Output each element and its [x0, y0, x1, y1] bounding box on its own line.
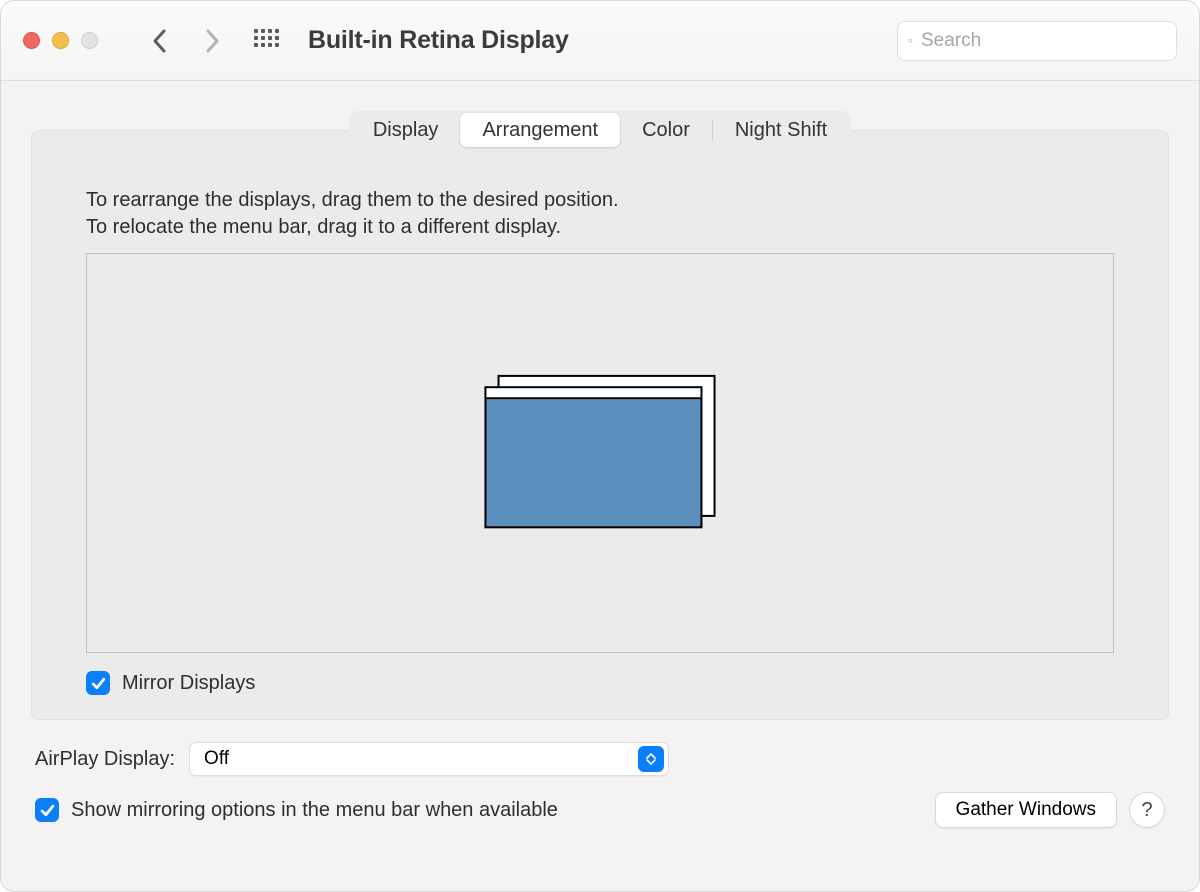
back-button[interactable] [140, 21, 180, 61]
search-input[interactable] [921, 30, 1166, 52]
search-icon [908, 31, 913, 51]
content-area: Display Arrangement Color Night Shift To… [1, 81, 1199, 891]
forward-button [192, 21, 232, 61]
airplay-row: AirPlay Display: Off [35, 742, 1165, 776]
select-stepper-icon [638, 746, 664, 772]
show-mirroring-checkbox[interactable] [35, 798, 59, 822]
instructions-line2: To relocate the menu bar, drag it to a d… [86, 214, 1114, 241]
instructions: To rearrange the displays, drag them to … [86, 187, 1114, 241]
preferences-window: Built-in Retina Display Display Arrangem… [0, 0, 1200, 892]
minimize-window-button[interactable] [52, 32, 69, 49]
tab-night-shift[interactable]: Night Shift [713, 113, 849, 147]
airplay-value: Off [204, 748, 638, 770]
display-arrangement-area[interactable] [86, 253, 1114, 653]
show-mirroring-label: Show mirroring options in the menu bar w… [71, 799, 558, 822]
bottom-row: Show mirroring options in the menu bar w… [35, 792, 1165, 828]
mirror-displays-label: Mirror Displays [122, 672, 255, 695]
show-all-prefs-button[interactable] [254, 29, 278, 53]
tab-bar: Display Arrangement Color Night Shift [349, 111, 851, 149]
menu-bar-indicator[interactable] [486, 388, 700, 399]
gather-windows-button[interactable]: Gather Windows [935, 792, 1117, 828]
window-title: Built-in Retina Display [308, 26, 569, 55]
footer: AirPlay Display: Off Show mirroring opti… [31, 742, 1169, 828]
help-button[interactable]: ? [1129, 792, 1165, 828]
zoom-window-button [81, 32, 98, 49]
search-field[interactable] [897, 21, 1177, 61]
tab-color[interactable]: Color [620, 113, 712, 147]
mirror-displays-checkbox[interactable] [86, 671, 110, 695]
toolbar: Built-in Retina Display [1, 1, 1199, 81]
instructions-line1: To rearrange the displays, drag them to … [86, 187, 1114, 214]
window-controls [23, 32, 98, 49]
mirror-displays-row: Mirror Displays [86, 671, 1114, 695]
tab-arrangement[interactable]: Arrangement [460, 113, 620, 147]
primary-display-icon[interactable] [484, 386, 702, 528]
airplay-select[interactable]: Off [189, 742, 669, 776]
close-window-button[interactable] [23, 32, 40, 49]
airplay-label: AirPlay Display: [35, 748, 175, 771]
arrangement-panel: To rearrange the displays, drag them to … [31, 130, 1169, 720]
tab-display[interactable]: Display [351, 113, 461, 147]
